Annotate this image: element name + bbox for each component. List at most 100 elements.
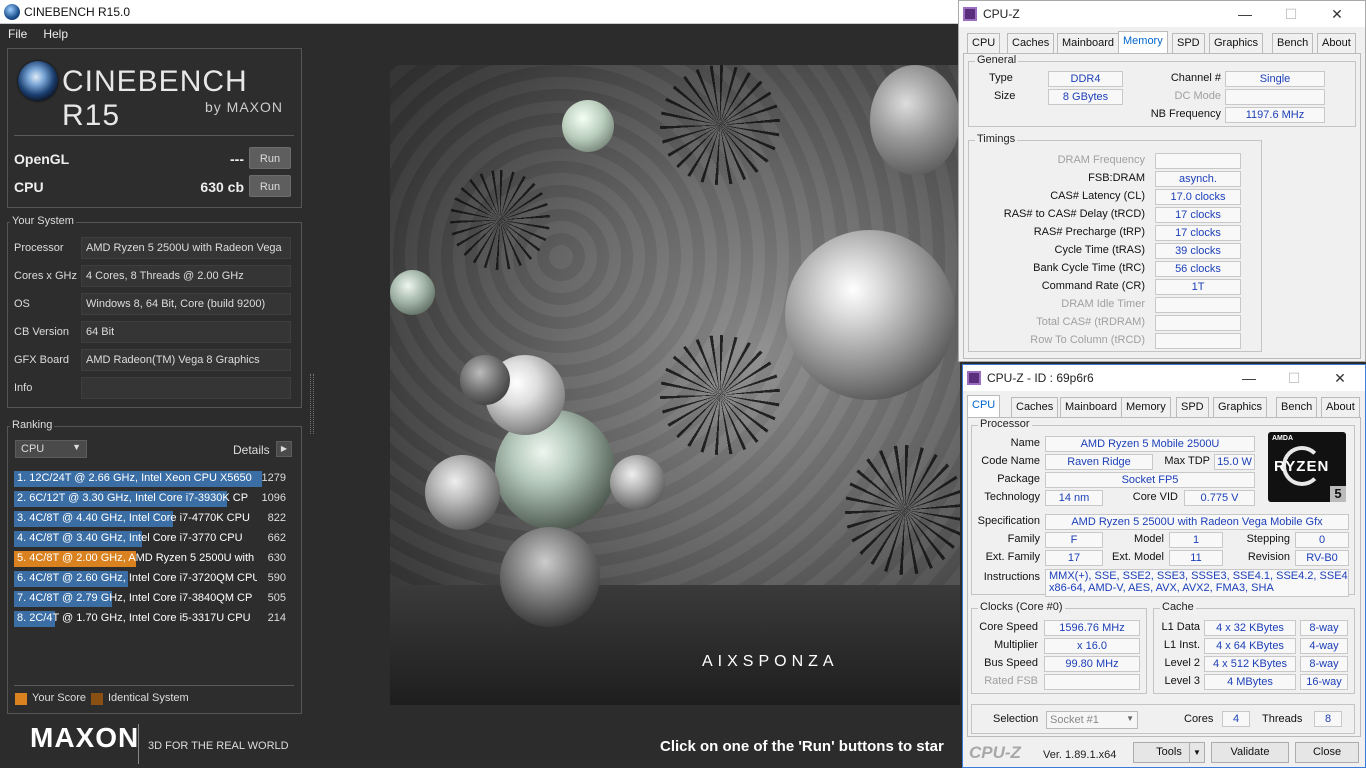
your-system-panel: Your System Processor AMD Ryzen 5 2500U …	[7, 215, 302, 408]
ranking-row[interactable]: 7. 4C/8T @ 2.79 GHz, Intel Core i7-3840Q…	[14, 591, 290, 607]
package-value: Socket FP5	[1045, 472, 1255, 488]
legend-identical: Identical System	[108, 692, 189, 704]
system-label: GFX Board	[14, 354, 70, 366]
ranking-panel: Ranking CPU ▼ Details ▶ 1. 12C/24T @ 2.6…	[7, 419, 302, 714]
tab-bench[interactable]: Bench	[1276, 397, 1318, 417]
opengl-run-button[interactable]: Run	[249, 147, 291, 169]
sphere-large	[785, 230, 955, 400]
multiplier-label: Multiplier	[993, 639, 1038, 651]
tab-mainboard[interactable]: Mainboard	[1060, 397, 1122, 417]
timing-value: 17 clocks	[1155, 225, 1241, 241]
details-arrow-icon[interactable]: ▶	[276, 441, 292, 457]
selection-select[interactable]: Socket #1 ▼	[1046, 711, 1138, 729]
cpu-score: 630 cb	[200, 179, 244, 195]
chevron-down-icon[interactable]: ▼	[1189, 743, 1204, 762]
divider	[14, 685, 294, 686]
cache-size: 4 x 32 KBytes	[1204, 620, 1296, 636]
cinebench-window-title: CINEBENCH R15.0	[24, 5, 131, 19]
starburst-flower	[660, 335, 780, 455]
tab-memory[interactable]: Memory	[1118, 31, 1168, 53]
tab-memory[interactable]: Memory	[1121, 397, 1171, 417]
ratedfsb-label: Rated FSB	[984, 675, 1038, 687]
tab-cpu[interactable]: CPU	[967, 33, 1001, 53]
sphere-ornament	[425, 455, 500, 530]
type-label: Type	[989, 72, 1013, 84]
logo-num: 5	[1330, 486, 1346, 502]
status-text: Click on one of the 'Run' buttons to sta…	[660, 738, 944, 755]
panel-resize-handle[interactable]	[310, 374, 314, 434]
tab-about[interactable]: About	[1317, 33, 1356, 53]
maximize-icon[interactable]: ☐	[1277, 4, 1305, 24]
ranking-row[interactable]: 5. 4C/8T @ 2.00 GHz, AMD Ryzen 5 2500U w…	[14, 551, 290, 567]
model-label: Model	[1134, 533, 1164, 545]
maxtdp-value: 15.0 W	[1214, 454, 1255, 470]
close-icon[interactable]: ✕	[1323, 4, 1351, 24]
minimize-icon[interactable]: —	[1235, 368, 1263, 388]
your-score-swatch	[15, 693, 27, 705]
ranking-score: 505	[267, 592, 286, 604]
maximize-icon[interactable]: ☐	[1280, 368, 1308, 388]
system-label: Cores x GHz	[14, 270, 77, 282]
tab-spd[interactable]: SPD	[1172, 33, 1205, 53]
ranking-text: 1. 12C/24T @ 2.66 GHz, Intel Xeon CPU X5…	[17, 472, 252, 484]
tab-spd[interactable]: SPD	[1176, 397, 1209, 417]
render-view: AIXSPONZA	[390, 65, 960, 705]
revision-label: Revision	[1247, 551, 1290, 563]
cpuz-memory-tabs: CPU Caches Mainboard Memory SPD Graphics…	[963, 31, 1359, 53]
menu-help[interactable]: Help	[35, 24, 76, 41]
cpu-run-button[interactable]: Run	[249, 175, 291, 197]
tab-caches[interactable]: Caches	[1007, 33, 1055, 53]
tab-mainboard[interactable]: Mainboard	[1057, 33, 1119, 53]
ranking-row[interactable]: 3. 4C/8T @ 4.40 GHz, Intel Core i7-4770K…	[14, 511, 290, 527]
instructions-line: x86-64, AMD-V, AES, AVX, AVX2, FMA3, SHA	[1049, 582, 1274, 594]
opengl-score: ---	[230, 151, 244, 167]
ranking-select[interactable]: CPU ▼	[15, 440, 87, 458]
tab-bench[interactable]: Bench	[1272, 33, 1314, 53]
info-field[interactable]	[81, 377, 291, 399]
cinebench-menubar: File Help	[0, 24, 960, 44]
amd-ryzen-logo: AMDA RYZEN 5	[1268, 432, 1346, 502]
corespeed-label: Core Speed	[979, 621, 1038, 633]
name-label: Name	[1010, 437, 1040, 449]
validate-button[interactable]: Validate	[1211, 742, 1289, 763]
tab-cpu[interactable]: CPU	[967, 395, 1001, 417]
ratedfsb-value	[1044, 674, 1140, 690]
codename-value: Raven Ridge	[1045, 454, 1153, 470]
details-label: Details	[233, 443, 270, 457]
window-title: CPU-Z - ID : 69p6r6	[987, 371, 1094, 385]
general-title: General	[975, 54, 1019, 66]
stepping-value: 0	[1295, 532, 1349, 548]
family-label: Family	[1007, 533, 1040, 545]
ranking-row[interactable]: 1. 12C/24T @ 2.66 GHz, Intel Xeon CPU X5…	[14, 471, 290, 487]
close-button[interactable]: Close	[1295, 742, 1359, 763]
ranking-text: 5. 4C/8T @ 2.00 GHz, AMD Ryzen 5 2500U w…	[17, 552, 255, 564]
ranking-row[interactable]: 6. 4C/8T @ 2.60 GHz, Intel Core i7-3720Q…	[14, 571, 290, 587]
busspeed-label: Bus Speed	[984, 657, 1038, 669]
tools-button[interactable]: Tools ▼	[1133, 742, 1205, 763]
ranking-row[interactable]: 4. 4C/8T @ 3.40 GHz, Intel Core i7-3770 …	[14, 531, 290, 547]
ranking-row[interactable]: 8. 2C/4T @ 1.70 GHz, Intel Core i5-3317U…	[14, 611, 290, 627]
minimize-icon[interactable]: —	[1231, 4, 1259, 24]
tab-about[interactable]: About	[1321, 397, 1360, 417]
tab-caches[interactable]: Caches	[1011, 397, 1059, 417]
ranking-row[interactable]: 2. 6C/12T @ 3.30 GHz, Intel Core i7-3930…	[14, 491, 290, 507]
cache-group: Cache L1 Data 4 x 32 KBytes 8-way L1 Inst. 4…	[1153, 601, 1355, 694]
timing-value: 17 clocks	[1155, 207, 1241, 223]
tab-graphics[interactable]: Graphics	[1213, 397, 1268, 417]
timing-value: 17.0 clocks	[1155, 189, 1241, 205]
cpuz-version: Ver. 1.89.1.x64	[1043, 749, 1117, 761]
tab-graphics[interactable]: Graphics	[1209, 33, 1264, 53]
tools-label: Tools	[1156, 746, 1182, 758]
general-group: General Type DDR4 Size 8 GBytes Channel …	[968, 54, 1356, 127]
instructions-label: Instructions	[983, 571, 1040, 583]
timing-value: 56 clocks	[1155, 261, 1241, 277]
system-value: 4 Cores, 8 Threads @ 2.00 GHz	[81, 265, 291, 287]
selection-value: Socket #1	[1050, 714, 1099, 726]
maxon-logo: MAXON	[30, 722, 140, 753]
divider	[138, 724, 139, 764]
timing-label: Cycle Time (tRAS)	[1054, 244, 1145, 256]
menu-file[interactable]: File	[0, 24, 35, 41]
type-value: DDR4	[1048, 71, 1123, 87]
close-icon[interactable]: ✕	[1326, 368, 1354, 388]
corevid-label: Core VID	[1132, 491, 1178, 503]
